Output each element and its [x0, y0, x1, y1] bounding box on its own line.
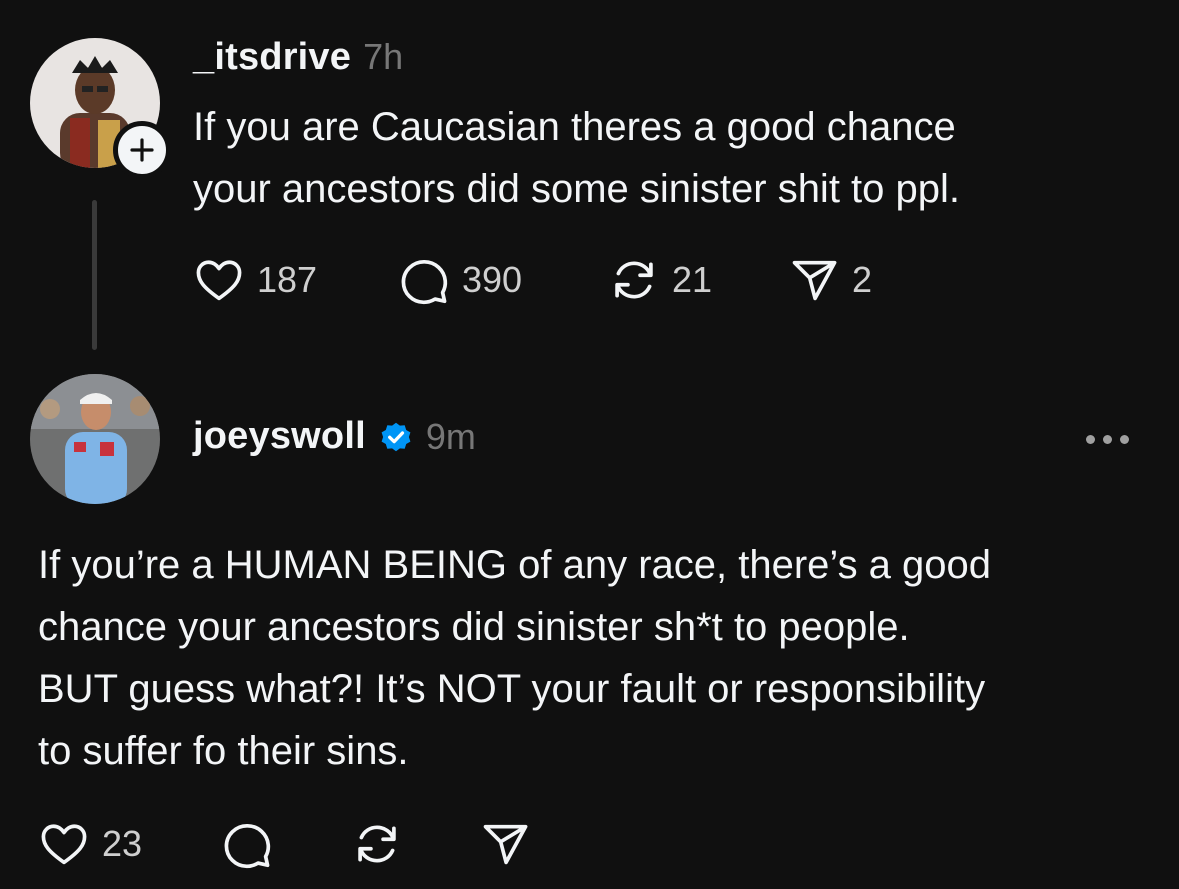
post1-reply-count: 390: [462, 259, 523, 300]
post1-like-count: 187: [257, 259, 318, 300]
post1-text: If you are Caucasian theres a good chanc…: [193, 96, 960, 220]
send-icon: [483, 824, 528, 865]
heart-icon: [41, 824, 87, 865]
send-icon: [792, 260, 837, 301]
post2-actions: 23: [38, 818, 531, 870]
post2-text-line: to suffer fo their sins.: [38, 729, 409, 773]
post2-like-button[interactable]: 23: [38, 818, 221, 870]
post2-repost-button[interactable]: [351, 818, 479, 870]
post1-share-button[interactable]: 2: [788, 254, 872, 306]
verified-badge-icon: [381, 422, 411, 451]
post2-text-line: BUT guess what?! It’s NOT your fault or …: [38, 667, 986, 711]
post2-text: If you’re a HUMAN BEING of any race, the…: [38, 534, 991, 782]
thread-line: [92, 200, 97, 350]
more-dot: [1103, 435, 1112, 444]
post2-text-line: If you’re a HUMAN BEING of any race, the…: [38, 543, 992, 587]
post2-timestamp: 9m: [425, 415, 476, 457]
post1-header: _itsdrive 7h: [193, 36, 403, 79]
post1-reply-button[interactable]: 390: [398, 254, 608, 306]
post1-actions: 187 390 21 2: [193, 254, 872, 306]
heart-icon: [196, 260, 242, 301]
repost-icon: [358, 825, 396, 863]
post2-username[interactable]: joeyswoll: [193, 415, 366, 458]
avatar-image: [30, 374, 160, 504]
more-options-button[interactable]: [1086, 435, 1129, 444]
repost-icon: [615, 261, 653, 299]
post1-share-count: 2: [852, 259, 873, 300]
follow-button[interactable]: [113, 121, 171, 179]
more-dot: [1086, 435, 1095, 444]
post1-like-button[interactable]: 187: [193, 254, 398, 306]
post1-repost-button[interactable]: 21: [608, 254, 788, 306]
post1-timestamp: 7h: [363, 36, 404, 77]
post1-text-line: If you are Caucasian theres a good chanc…: [193, 105, 956, 149]
post2-reply-button[interactable]: [221, 818, 351, 870]
post2-text-line: chance your ancestors did sinister sh*t …: [38, 605, 910, 649]
post2-like-count: 23: [102, 823, 143, 864]
plus-icon: [130, 138, 154, 162]
more-dot: [1120, 435, 1129, 444]
post1-username[interactable]: _itsdrive: [193, 36, 351, 79]
comment-icon: [401, 259, 448, 305]
post2-header: joeyswoll 9m: [193, 415, 476, 458]
avatar-joeyswoll[interactable]: [30, 374, 160, 504]
post2-share-button[interactable]: [479, 818, 531, 870]
comment-icon: [224, 823, 271, 869]
post1-text-line: your ancestors did some sinister shit to…: [193, 167, 961, 211]
post1-repost-count: 21: [672, 259, 713, 300]
